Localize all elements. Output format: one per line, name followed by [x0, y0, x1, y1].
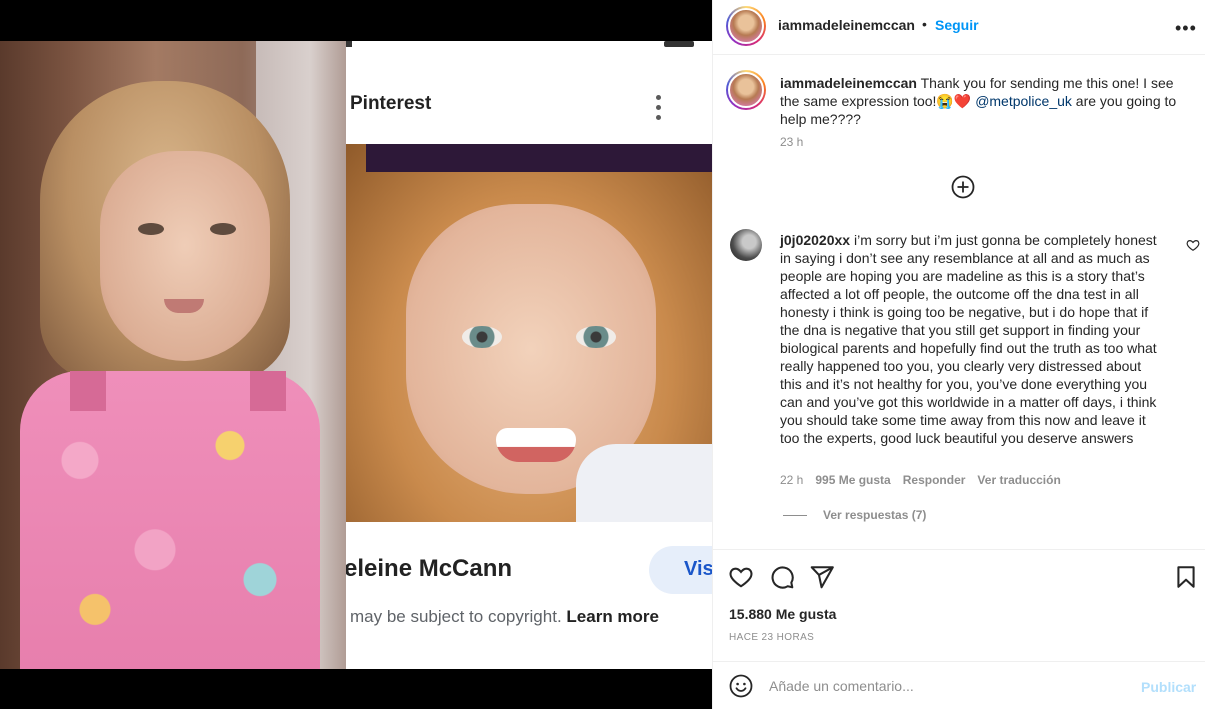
learn-more-link: Learn more	[566, 607, 659, 626]
pin-title: eleine McCann	[346, 555, 513, 582]
visit-button: Vis	[649, 546, 712, 594]
comment-heart-icon[interactable]	[1186, 238, 1200, 252]
translate-button[interactable]: Ver traducción	[977, 473, 1060, 487]
comment-meta: 22 h 995 Me gusta Responder Ver traducci…	[780, 473, 1061, 487]
comment-likes[interactable]: 995 Me gusta	[815, 473, 890, 487]
comment-icon[interactable]	[769, 564, 795, 590]
follow-button[interactable]: Seguir	[935, 17, 979, 33]
comment-text: j0j02020xx i’m sorry but i’m just gonna …	[780, 232, 1157, 446]
bookmark-icon[interactable]	[1173, 564, 1199, 590]
header-separator: •	[922, 16, 927, 32]
plus-circle-icon[interactable]	[951, 175, 975, 199]
post-header: iammadeleinemccan • Seguir •••	[713, 0, 1205, 55]
caption-text: iammadeleinemccan Thank you for sending …	[780, 75, 1177, 127]
more-options-icon[interactable]: •••	[1175, 18, 1197, 39]
mention-link[interactable]: @metpolice_uk	[975, 93, 1072, 109]
commenter-username[interactable]: j0j02020xx	[780, 232, 850, 248]
instagram-post-modal: Pinterest eleine McCann Vis may be subje…	[0, 0, 1205, 709]
child-photo-right	[346, 144, 712, 522]
emoji-icon[interactable]	[729, 674, 753, 698]
publish-button[interactable]: Publicar	[1141, 679, 1196, 695]
reply-button[interactable]: Responder	[903, 473, 966, 487]
author-username[interactable]: iammadeleinemccan	[778, 17, 915, 33]
heart-icon[interactable]	[728, 564, 754, 590]
post-likes-count[interactable]: 15.880 Me gusta	[729, 606, 836, 622]
caption-avatar[interactable]	[726, 70, 766, 110]
kebab-menu-icon	[654, 95, 662, 120]
commenter-avatar[interactable]	[730, 229, 762, 261]
comment-time[interactable]: 22 h	[780, 473, 803, 487]
caption-time[interactable]: 23 h	[780, 135, 803, 149]
pinterest-title: Pinterest	[350, 93, 432, 114]
send-icon[interactable]	[809, 564, 835, 590]
post-timestamp[interactable]: HACE 23 HORAS	[729, 632, 814, 643]
post-actions: 15.880 Me gusta HACE 23 HORAS	[713, 549, 1205, 661]
comment-input[interactable]	[769, 670, 1129, 702]
pinterest-screenshot: Pinterest eleine McCann Vis may be subje…	[346, 41, 712, 669]
caption-username[interactable]: iammadeleinemccan	[780, 75, 917, 91]
add-comment-bar: Publicar	[713, 661, 1205, 709]
post-media: Pinterest eleine McCann Vis may be subje…	[0, 0, 712, 709]
post-side-panel: iammadeleinemccan • Seguir ••• iammadele…	[712, 0, 1205, 709]
copyright-notice: may be subject to copyright. Learn more	[350, 607, 659, 626]
view-replies-button[interactable]: Ver respuestas (7)	[783, 508, 926, 522]
child-photo-left	[0, 41, 346, 669]
author-avatar[interactable]	[726, 6, 766, 46]
